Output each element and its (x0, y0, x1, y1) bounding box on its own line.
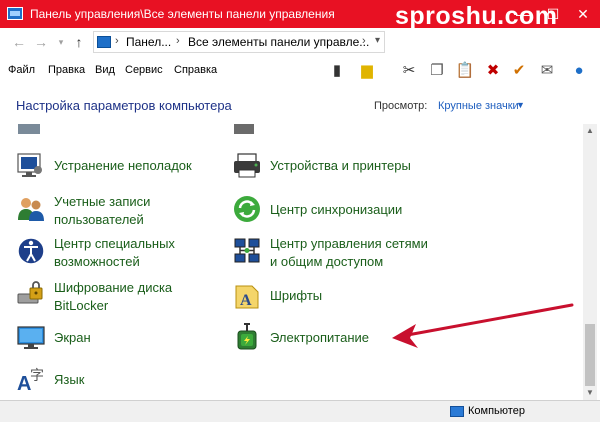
monitor-icon (17, 326, 45, 349)
recent-chevron-icon[interactable]: ▾ (52, 33, 70, 51)
up-arrow-icon[interactable]: ↑ (70, 33, 88, 51)
svg-text:字: 字 (30, 368, 44, 384)
item-fonts[interactable]: A Шрифты (232, 278, 472, 318)
item-display[interactable]: Экран (16, 320, 256, 360)
item-label: Экран (54, 330, 91, 345)
scroll-up-arrow-icon[interactable]: ▲ (583, 124, 597, 138)
control-panel-app-icon (7, 7, 23, 20)
menu-bar: Файл Правка Вид Сервис Справка ▮ ▆ ✂ ❐ 📋… (0, 56, 600, 84)
title-bar[interactable]: Панель управления\Все элементы панели уп… (0, 0, 600, 30)
users-icon (18, 198, 44, 221)
page-title: Настройка параметров компьютера (16, 98, 232, 113)
back-arrow-icon[interactable]: ← (10, 33, 28, 51)
item-label-line2: BitLocker (54, 298, 109, 313)
power-icon (237, 323, 257, 350)
address-field[interactable]: › Панел... › Все элементы панели управле… (93, 31, 385, 53)
menu-edit[interactable]: Правка (48, 64, 85, 76)
item-user-accounts[interactable]: Учетные записи пользователей (16, 192, 256, 232)
svg-text:A: A (240, 292, 252, 309)
scroll-down-arrow-icon[interactable]: ▼ (583, 386, 597, 400)
computer-icon (450, 406, 464, 417)
control-panel-window: Панель управления\Все элементы панели уп… (0, 0, 600, 422)
mail-icon[interactable]: ✉ (536, 60, 558, 82)
printer-icon (234, 153, 260, 178)
menu-view[interactable]: Вид (95, 64, 115, 76)
status-bar: Компьютер (0, 400, 600, 422)
delete-icon[interactable]: ✖ (482, 60, 504, 82)
check-icon[interactable]: ✔ (508, 60, 530, 82)
address-bar: ← → ▾ ↑ › Панел... › Все элементы панели… (0, 28, 600, 56)
breadcrumb-separator: › (362, 35, 366, 47)
status-text: Компьютер (468, 405, 525, 417)
chevron-down-icon[interactable]: ▾ (375, 35, 380, 46)
maximize-button[interactable]: ☐ (538, 0, 568, 28)
item-label-line1: Шифрование диска (54, 280, 173, 295)
breadcrumb-separator: › (176, 35, 180, 47)
caret-down-icon[interactable]: ▼ (516, 100, 525, 110)
menu-tools[interactable]: Сервис (125, 64, 163, 76)
view-label: Просмотр: (374, 100, 428, 112)
cut-icon[interactable]: ✂ (398, 60, 420, 82)
item-sync-center[interactable]: Центр синхронизации (232, 192, 472, 232)
item-label-line2: и общим доступом (270, 254, 384, 269)
item-label-line2: возможностей (54, 254, 140, 269)
scroll-thumb[interactable] (585, 324, 595, 386)
item-label: Шрифты (270, 288, 323, 303)
window-title: Панель управления\Все элементы панели уп… (30, 7, 335, 21)
panel-icon[interactable]: ▮ (326, 60, 348, 82)
language-icon: A 字 (17, 368, 44, 394)
copy-icon[interactable]: ❐ (426, 60, 448, 82)
sync-icon (234, 196, 260, 222)
menu-file[interactable]: Файл (8, 64, 35, 76)
item-power-options[interactable]: Электропитание (232, 320, 472, 360)
breadcrumb-all-items[interactable]: Все элементы панели управле... (188, 35, 369, 49)
partial-icon (234, 124, 254, 134)
menu-help[interactable]: Справка (174, 64, 217, 76)
globe-icon[interactable]: ● (568, 60, 590, 82)
close-button[interactable]: ✕ (568, 0, 598, 28)
accessibility-icon (17, 237, 45, 265)
item-troubleshooting[interactable]: Устранение неполадок (16, 148, 256, 188)
folder-icon[interactable]: ▆ (356, 60, 378, 82)
item-bitlocker[interactable]: Шифрование диска BitLocker (16, 278, 256, 318)
item-label: Язык (54, 372, 85, 387)
item-ease-of-access[interactable]: Центр специальных возможностей (16, 234, 256, 274)
item-label: Устройства и принтеры (270, 158, 411, 173)
item-network-center[interactable]: Центр управления сетями и общим доступом (232, 234, 472, 274)
item-label-line1: Центр специальных (54, 236, 175, 251)
paste-icon[interactable]: 📋 (454, 60, 476, 82)
item-label: Центр синхронизации (270, 202, 403, 217)
item-label-line1: Центр управления сетями (270, 236, 428, 251)
item-devices-printers[interactable]: Устройства и принтеры (232, 148, 472, 188)
breadcrumb-control-panel[interactable]: Панел... (126, 35, 171, 49)
troubleshoot-icon (17, 153, 42, 177)
partial-icon (18, 124, 40, 134)
item-language[interactable]: A 字 Язык (16, 362, 256, 402)
content-header: Настройка параметров компьютера Просмотр… (0, 84, 600, 124)
view-mode-dropdown[interactable]: Крупные значки (438, 100, 519, 112)
breadcrumb-separator: › (115, 35, 119, 47)
minimize-button[interactable]: — (508, 0, 538, 28)
forward-arrow-icon[interactable]: → (32, 33, 50, 51)
vertical-scrollbar[interactable]: ▲ ▼ (583, 124, 597, 400)
network-icon (234, 238, 260, 263)
control-panel-small-icon (97, 36, 111, 48)
item-label: Электропитание (270, 330, 369, 345)
item-label-line2: пользователей (54, 212, 144, 227)
fonts-icon: A (235, 285, 259, 309)
item-label-line1: Учетные записи (54, 194, 151, 209)
bitlocker-icon (17, 281, 43, 304)
item-label: Устранение неполадок (54, 158, 192, 173)
